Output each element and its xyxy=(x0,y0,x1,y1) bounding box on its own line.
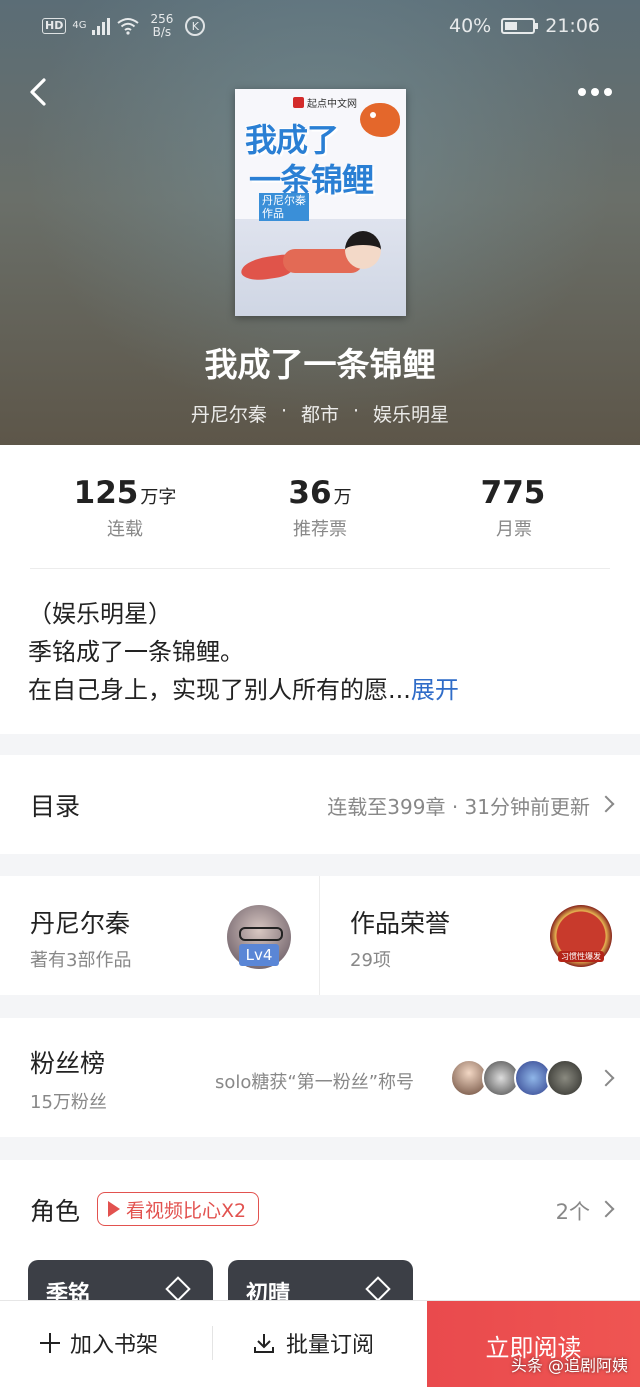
chevron-right-icon xyxy=(597,1069,615,1087)
hd-icon: HD xyxy=(42,18,67,34)
koi-fish-illustration xyxy=(360,103,400,137)
tag-link[interactable]: 娱乐明星 xyxy=(373,400,449,427)
book-cover[interactable]: 起点中文网 我成了 一条锦鲤 丹尼尔秦 作品 xyxy=(235,89,406,316)
top-fan-text: solo糖获“第一粉丝”称号 xyxy=(215,1072,415,1093)
stat-recommend-votes[interactable]: 36 万 推荐票 xyxy=(220,475,420,541)
battery-percent: 40% xyxy=(449,15,492,37)
status-bar: HD 4G 256 B/s K 40% 21:06 xyxy=(0,0,640,54)
back-arrow-icon[interactable] xyxy=(24,74,56,110)
honor-card[interactable]: 作品荣誉 29项 习惯性爆发 xyxy=(320,876,640,995)
bulk-subscribe-button[interactable]: 批量订阅 xyxy=(252,1327,374,1359)
toc-status: 连载至399章 · 31分钟前更新 xyxy=(327,795,590,819)
characters-section: 角色 看视频比心X2 2个 季铭 初晴 xyxy=(0,1160,640,1320)
download-icon xyxy=(254,1334,274,1353)
characters-title: 角色 xyxy=(30,1197,81,1226)
signal-icon xyxy=(92,17,111,35)
characters-count[interactable]: 2个 xyxy=(556,1196,590,1226)
honor-badge-icon: 习惯性爆发 xyxy=(550,905,612,967)
chevron-right-icon[interactable] xyxy=(597,1200,615,1218)
more-options-icon[interactable] xyxy=(578,80,618,104)
book-header: HD 4G 256 B/s K 40% 21:06 起点中文网 我成了 一条锦鲤 … xyxy=(0,0,640,445)
expand-intro-link[interactable]: 展开 xyxy=(411,676,459,704)
stat-monthly-votes[interactable]: 775 月票 xyxy=(414,475,614,541)
fan-avatar xyxy=(546,1059,584,1097)
fan-ranking-row[interactable]: 粉丝榜 15万粉丝 solo糖获“第一粉丝”称号 xyxy=(0,1018,640,1137)
plus-icon xyxy=(40,1333,60,1353)
author-link[interactable]: 丹尼尔秦 xyxy=(191,400,267,427)
author-card[interactable]: 丹尼尔秦 著有3部作品 xyxy=(0,876,320,995)
book-stats-card: 125 万字 连载 36 万 推荐票 775 月票 （娱乐明星） 季铭成了一条锦鲤。… xyxy=(0,445,640,734)
clock: 21:06 xyxy=(545,15,600,37)
table-of-contents-row[interactable]: 目录 连载至399章 · 31分钟前更新 xyxy=(0,755,640,854)
genre-link[interactable]: 都市 xyxy=(301,400,339,427)
video-boost-button[interactable]: 看视频比心X2 xyxy=(97,1192,260,1226)
network-speed: 256 B/s xyxy=(150,12,174,39)
heart-vote-icon xyxy=(165,1276,191,1302)
chevron-right-icon xyxy=(597,795,615,813)
cover-author-badge: 丹尼尔秦 作品 xyxy=(259,193,309,221)
add-to-shelf-button[interactable]: 加入书架 xyxy=(40,1327,158,1359)
watermark: 头条 @追剧阿姨 xyxy=(510,1356,628,1375)
network-type: 4G xyxy=(72,20,87,31)
author-honor-row: 丹尼尔秦 著有3部作品 作品荣誉 29项 习惯性爆发 xyxy=(0,876,640,995)
mermaid-illustration xyxy=(345,231,381,269)
publisher-logo: 起点中文网 xyxy=(293,95,357,110)
play-icon xyxy=(108,1201,120,1217)
battery-icon xyxy=(501,18,539,34)
book-title: 我成了一条锦鲤 xyxy=(204,345,436,384)
k-icon: K xyxy=(185,16,206,36)
toc-title: 目录 xyxy=(30,792,81,821)
stat-word-count: 125 万字 连载 xyxy=(73,475,177,540)
heart-vote-icon xyxy=(365,1276,391,1302)
book-intro: （娱乐明星） 季铭成了一条锦鲤。 在自己身上，实现了别人所有的愿...展开 xyxy=(28,600,459,704)
wifi-icon xyxy=(117,18,140,35)
book-meta: 丹尼尔秦 · 都市 · 娱乐明星 xyxy=(190,400,450,427)
author-level-badge: Lv4 xyxy=(239,944,279,966)
